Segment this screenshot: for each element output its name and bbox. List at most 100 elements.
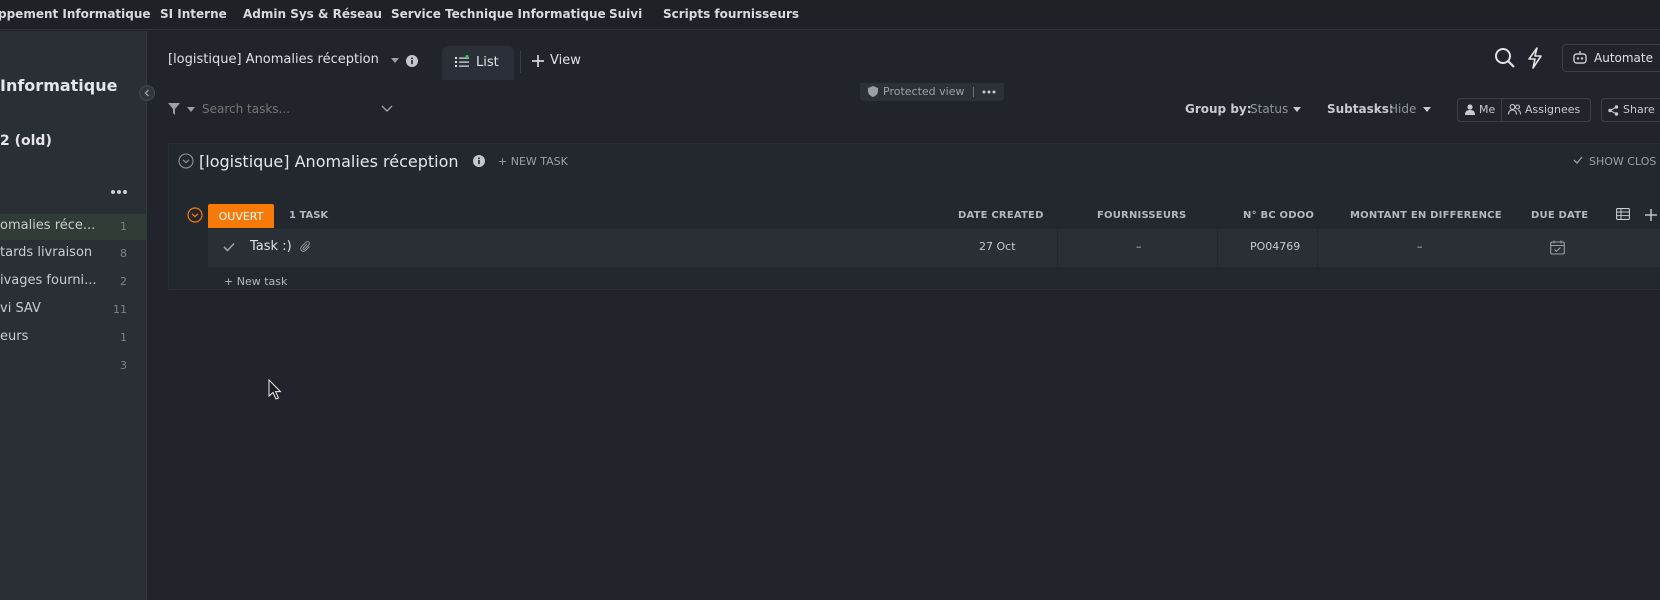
nav-item-scripts-fournisseurs[interactable]: Scripts fournisseurs	[663, 7, 799, 21]
attachment-icon[interactable]	[300, 241, 312, 253]
task-count: 1 TASK	[289, 210, 329, 221]
column-header-montant[interactable]: MONTANT EN DIFFERENCE	[1350, 210, 1502, 221]
calendar-icon[interactable]	[1550, 240, 1565, 255]
nav-item-si-interne[interactable]: SI Interne	[160, 7, 227, 21]
cell-bc-odoo[interactable]: PO04769	[1250, 240, 1300, 253]
column-header-fournisseurs[interactable]: FOURNISSEURS	[1097, 210, 1186, 221]
search-icon[interactable]	[1494, 47, 1516, 69]
sidebar-item-suivi-sav[interactable]: vi SAV 11	[0, 297, 146, 323]
sidebar-item-count: 11	[113, 303, 127, 316]
sidebar-folder-title[interactable]: 2 (old)	[0, 133, 52, 149]
info-icon[interactable]	[406, 55, 418, 67]
collapse-list-chevron-icon[interactable]	[178, 153, 194, 169]
task-name[interactable]: Task :)	[250, 239, 292, 254]
sidebar-item-retards-livraison[interactable]: tards livraison 8	[0, 241, 146, 267]
sidebar-item-count: 1	[120, 220, 127, 233]
check-icon[interactable]	[223, 242, 235, 252]
lightning-icon[interactable]	[1527, 47, 1543, 69]
new-task-button[interactable]: + NEW TASK	[498, 155, 568, 168]
top-navigation-bar: ppement Informatique SI Interne Admin Sy…	[0, 0, 1660, 30]
protected-view-label: Protected view	[883, 85, 965, 98]
shield-icon	[868, 86, 878, 97]
nav-item-admin-sys-reseau[interactable]: Admin Sys & Réseau	[243, 7, 382, 21]
more-options-icon[interactable]	[982, 90, 996, 94]
assignee-filter-group: Me Assignees	[1457, 98, 1591, 122]
chevron-left-icon	[144, 89, 149, 97]
group-by-select[interactable]: Status	[1250, 102, 1288, 116]
sidebar-item-label: vi SAV	[0, 301, 41, 316]
tab-list-label: List	[476, 55, 499, 70]
sidebar-item-count: 1	[120, 331, 127, 344]
sidebar-collapse-button[interactable]	[139, 85, 155, 101]
caret-down-icon[interactable]	[1293, 107, 1301, 112]
add-view-button[interactable]: View	[550, 53, 581, 68]
people-icon	[1508, 104, 1521, 115]
plus-icon[interactable]	[532, 55, 544, 67]
cell-divider	[1317, 229, 1318, 267]
sidebar-item-label: tards livraison	[0, 245, 93, 260]
list-title[interactable]: [logistique] Anomalies réception	[199, 152, 459, 171]
assignees-label: Assignees	[1525, 103, 1581, 116]
automate-label: Automate	[1594, 51, 1653, 65]
nav-item-developpement-informatique[interactable]: ppement Informatique	[0, 7, 151, 21]
nav-item-suivi[interactable]: Suivi	[609, 7, 642, 21]
info-icon[interactable]	[473, 155, 485, 167]
mouse-cursor-icon	[268, 379, 282, 401]
more-options-icon[interactable]	[110, 189, 128, 195]
subtasks-select[interactable]: Hide	[1389, 102, 1416, 116]
chevron-down-icon[interactable]	[381, 105, 393, 113]
me-label: Me	[1479, 103, 1496, 116]
status-badge[interactable]: OUVERT	[208, 204, 274, 228]
check-icon	[1573, 156, 1583, 164]
tab-list-view[interactable]: List	[442, 46, 514, 80]
search-input[interactable]	[202, 100, 372, 118]
cell-divider	[1057, 229, 1058, 267]
sidebar-item-anomalies-reception[interactable]: omalies réce... 1	[0, 214, 146, 240]
add-task-button[interactable]: + New task	[224, 275, 287, 288]
sidebar-item-count: 2	[120, 275, 127, 288]
collapse-group-chevron-icon[interactable]	[187, 207, 203, 223]
table-settings-icon[interactable]	[1616, 208, 1630, 220]
sidebar-item-count: 3	[120, 359, 127, 372]
share-icon	[1608, 105, 1619, 116]
me-filter-button[interactable]: Me	[1458, 99, 1501, 121]
cell-divider	[1217, 229, 1218, 267]
sidebar: Informatique 2 (old) omalies réce... 1 t…	[0, 31, 147, 600]
sidebar-item-unnamed[interactable]: 3	[0, 353, 146, 379]
protected-view-banner[interactable]: Protected view	[860, 83, 1004, 101]
page-title[interactable]: [logistique] Anomalies réception	[168, 52, 379, 67]
list-icon	[455, 55, 469, 69]
sidebar-item-label: ivages fourni...	[0, 273, 97, 288]
sidebar-item-label: omalies réce...	[0, 218, 96, 233]
protected-divider	[973, 87, 974, 97]
subtasks-label: Subtasks:	[1327, 102, 1394, 116]
sidebar-item-arrivages-fournisseurs[interactable]: ivages fourni... 2	[0, 269, 146, 295]
cell-fournisseurs[interactable]: –	[1136, 240, 1142, 253]
group-by-label: Group by:	[1185, 102, 1252, 116]
automate-button[interactable]: Automate	[1562, 44, 1660, 72]
add-column-icon[interactable]	[1645, 209, 1657, 221]
sidebar-item-count: 8	[120, 247, 127, 260]
nav-item-service-technique[interactable]: Service Technique Informatique	[391, 7, 606, 21]
sidebar-space-title[interactable]: Informatique	[0, 76, 117, 95]
sidebar-item-label: eurs	[0, 329, 29, 344]
cell-date-created[interactable]: 27 Oct	[979, 240, 1016, 253]
caret-down-icon[interactable]	[391, 58, 399, 63]
table-row[interactable]: Task :) 27 Oct – PO04769 –	[208, 229, 1660, 267]
share-button[interactable]: Share	[1601, 98, 1660, 122]
column-header-date-created[interactable]: DATE CREATED	[958, 210, 1044, 221]
filter-icon[interactable]	[168, 103, 180, 115]
person-icon	[1465, 104, 1475, 115]
header-divider	[520, 51, 521, 73]
caret-down-icon[interactable]	[187, 107, 195, 112]
column-header-due-date[interactable]: DUE DATE	[1531, 210, 1588, 221]
share-label: Share	[1623, 103, 1655, 116]
robot-icon	[1572, 51, 1588, 65]
assignees-filter-button[interactable]: Assignees	[1502, 99, 1591, 121]
sidebar-item-fournisseurs[interactable]: eurs 1	[0, 325, 146, 351]
show-closed-button[interactable]: SHOW CLOS	[1589, 155, 1656, 168]
caret-down-icon[interactable]	[1423, 107, 1431, 112]
cell-montant[interactable]: –	[1417, 240, 1423, 253]
column-header-bc-odoo[interactable]: N° BC ODOO	[1243, 210, 1314, 221]
status-badge-label: OUVERT	[218, 210, 264, 223]
